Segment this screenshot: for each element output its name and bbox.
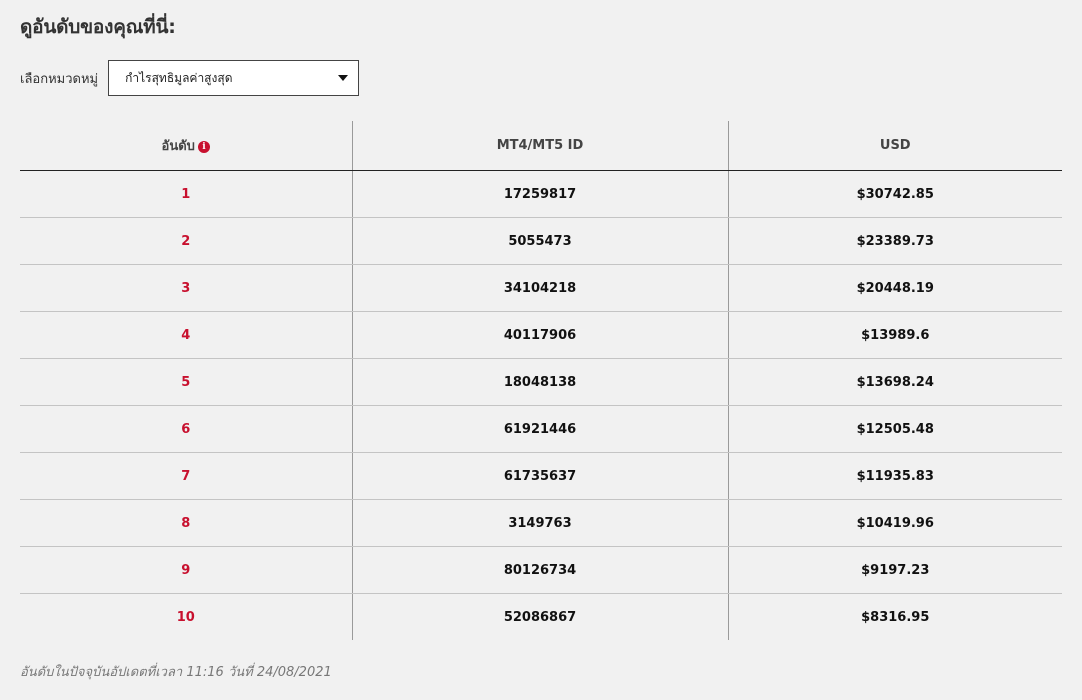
table-row: 8 3149763 $10419.96 (20, 499, 1062, 547)
usd-cell: $13989.6 (727, 311, 1062, 359)
category-filter: เลือกหมวดหมู่ กำไรสุทธิมูลค่าสูงสุด (20, 59, 360, 97)
table-row: 5 18048138 $13698.24 (20, 358, 1062, 406)
column-header-rank: อันดับ i (20, 121, 352, 171)
rank-cell: 4 (20, 311, 352, 359)
account-id-cell: 61735637 (351, 452, 728, 500)
account-id-cell: 34104218 (351, 264, 728, 312)
table-row: 6 61921446 $12505.48 (20, 405, 1062, 453)
account-id-cell: 18048138 (351, 358, 728, 406)
caret-down-icon (338, 75, 349, 81)
usd-cell: $9197.23 (727, 546, 1062, 594)
table-row: 1 17259817 $30742.85 (20, 170, 1062, 218)
account-id-cell: 17259817 (351, 170, 728, 218)
account-id-cell: 61921446 (351, 405, 728, 453)
leaderboard-table: อันดับ i MT4/MT5 ID USD 1 17259817 $30742… (20, 121, 1062, 640)
column-header-rank-label: อันดับ (161, 139, 195, 154)
category-select-value: กำไรสุทธิมูลค่าสูงสุด (125, 70, 233, 85)
account-id-cell: 80126734 (351, 546, 728, 594)
table-row: 10 52086867 $8316.95 (20, 593, 1062, 640)
usd-cell: $8316.95 (727, 593, 1062, 640)
table-row: 3 34104218 $20448.19 (20, 264, 1062, 312)
usd-cell: $10419.96 (727, 499, 1062, 547)
column-header-id: MT4/MT5 ID (351, 121, 728, 171)
usd-cell: $23389.73 (727, 217, 1062, 265)
table-row: 2 5055473 $23389.73 (20, 217, 1062, 265)
column-header-usd: USD (727, 121, 1062, 171)
account-id-cell: 5055473 (351, 217, 728, 265)
rank-cell: 2 (20, 217, 352, 265)
usd-cell: $20448.19 (727, 264, 1062, 312)
account-id-cell: 3149763 (351, 499, 728, 547)
account-id-cell: 52086867 (351, 593, 728, 640)
table-header-row: อันดับ i MT4/MT5 ID USD (20, 121, 1062, 171)
rank-cell: 7 (20, 452, 352, 500)
usd-cell: $13698.24 (727, 358, 1062, 406)
page-title: ดูอันดับของคุณที่นี่: (20, 16, 176, 38)
rank-cell: 1 (20, 170, 352, 218)
table-row: 7 61735637 $11935.83 (20, 452, 1062, 500)
rank-cell: 5 (20, 358, 352, 406)
rank-cell: 10 (176, 609, 195, 625)
rank-cell: 8 (20, 499, 352, 547)
last-updated-note: อันดับในปัจจุบันอัปเดตที่เวลา 11:16 วันท… (20, 665, 332, 680)
info-icon[interactable]: i (197, 140, 210, 153)
rank-cell: 6 (20, 405, 352, 453)
rank-cell: 9 (20, 546, 352, 594)
table-row: 9 80126734 $9197.23 (20, 546, 1062, 594)
usd-cell: $30742.85 (727, 170, 1062, 218)
category-label: เลือกหมวดหมู่ (20, 71, 99, 87)
rank-cell: 3 (20, 264, 352, 312)
account-id-cell: 40117906 (351, 311, 728, 359)
table-row: 4 40117906 $13989.6 (20, 311, 1062, 359)
usd-cell: $12505.48 (727, 405, 1062, 453)
usd-cell: $11935.83 (727, 452, 1062, 500)
category-select[interactable]: กำไรสุทธิมูลค่าสูงสุด (108, 60, 360, 96)
